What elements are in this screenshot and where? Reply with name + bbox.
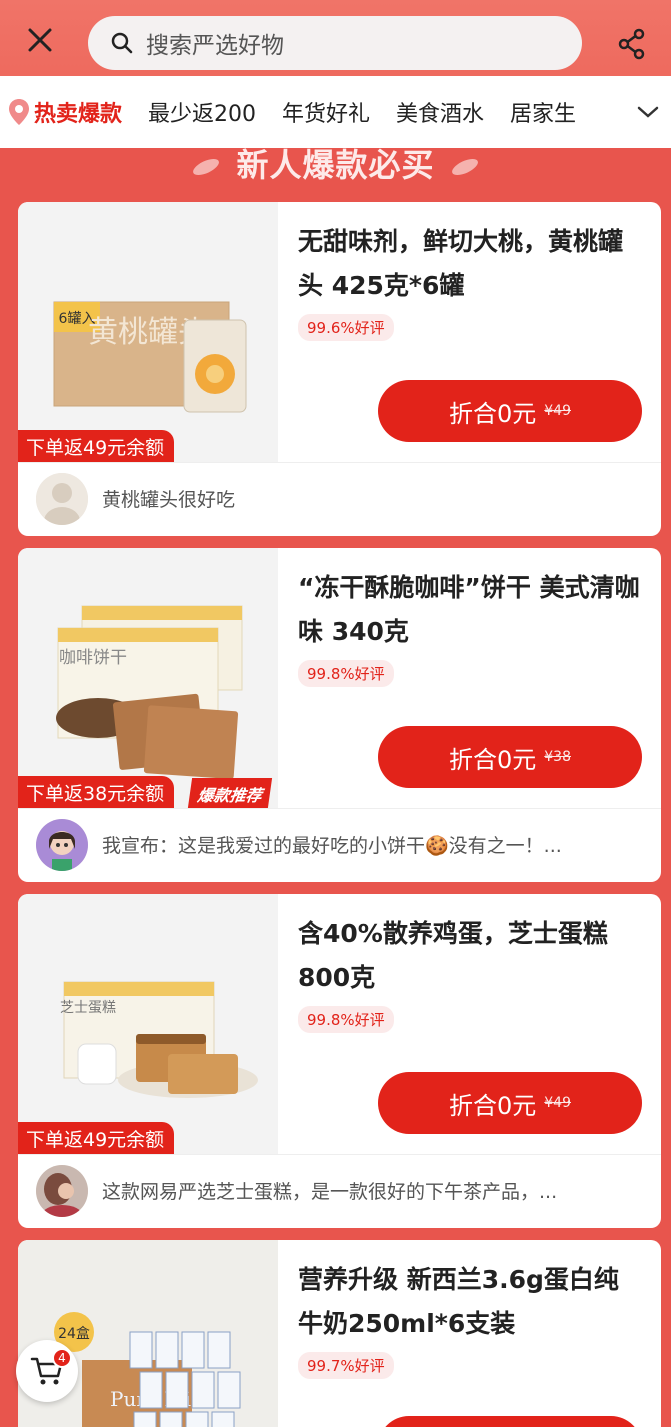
product-card[interactable]: 芝士蛋糕 含40%散养鸡蛋，芝士蛋糕 800克 99.8%好评 折合0元 ¥49… xyxy=(18,894,661,1228)
location-pin-icon xyxy=(9,99,29,125)
product-title[interactable]: 无甜味剂，鲜切大桃，黄桃罐头 425克*6罐 xyxy=(298,220,643,308)
product-card[interactable]: 6罐入 黄桃罐头 无甜味剂，鲜切大桃，黄桃罐头 425克*6罐 99.6%好评 … xyxy=(18,202,661,536)
review-row[interactable]: 这款网易严选芝士蛋糕，是一款很好的下午茶产品，... xyxy=(18,1154,661,1226)
original-price: ¥38 xyxy=(544,749,571,765)
image-label: 咖啡饼干 xyxy=(59,648,127,668)
leaf-decoration-icon xyxy=(193,158,220,175)
share-icon xyxy=(618,28,645,60)
avatar xyxy=(36,472,88,525)
image-label: 芝士蛋糕 xyxy=(60,1000,116,1016)
cart-count-badge: 4 xyxy=(52,1348,72,1368)
avatar xyxy=(36,818,88,871)
tab-food-drinks[interactable]: 美食酒水 xyxy=(396,96,484,128)
buy-button[interactable]: 折合0元 ¥49 xyxy=(378,1072,642,1134)
rating-badge: 99.6%好评 xyxy=(298,314,394,341)
review-text: 黄桃罐头很好吃 xyxy=(102,489,236,511)
image-badge: 24盒 xyxy=(58,1325,90,1342)
product-image[interactable]: 6罐入 黄桃罐头 xyxy=(18,202,278,462)
tab-new-year-gifts[interactable]: 年货好礼 xyxy=(282,96,370,128)
share-button[interactable] xyxy=(612,24,652,64)
product-title[interactable]: “冻干酥脆咖啡”饼干 美式清咖味 340克 xyxy=(298,566,643,654)
top-bar: 搜索严选好物 xyxy=(0,0,671,76)
cart-button[interactable]: 4 xyxy=(16,1340,78,1402)
buy-button[interactable]: 折合0元 ¥49 xyxy=(378,380,642,442)
product-title[interactable]: 含40%散养鸡蛋，芝士蛋糕 800克 xyxy=(298,912,643,1000)
original-price: ¥49 xyxy=(544,403,571,419)
product-card[interactable]: 咖啡饼干 “冻干酥脆咖啡”饼干 美式清咖味 340克 99.8%好评 折合0元 … xyxy=(18,548,661,882)
price-label: 折合0元 xyxy=(448,1091,537,1120)
product-image[interactable]: 咖啡饼干 xyxy=(18,548,278,808)
rating-badge: 99.7%好评 xyxy=(298,1352,394,1379)
rating-badge: 99.8%好评 xyxy=(298,660,394,687)
tab-rebate-200[interactable]: 最少返200 xyxy=(148,96,256,128)
hot-recommend-tag: 爆款推荐 xyxy=(187,778,273,808)
chevron-down-icon xyxy=(637,106,659,118)
leaf-decoration-icon xyxy=(451,158,478,175)
expand-categories-button[interactable] xyxy=(625,76,671,148)
product-image[interactable]: 芝士蛋糕 xyxy=(18,894,278,1154)
rating-badge: 99.8%好评 xyxy=(298,1006,394,1033)
review-row[interactable]: 黄桃罐头很好吃 xyxy=(18,462,661,534)
category-tabs: 热卖爆款 最少返200 年货好礼 美食酒水 居家生 xyxy=(0,76,671,148)
rebate-tag: 下单返49元余额 xyxy=(18,430,175,462)
review-row[interactable]: 我宣布：这是我爱过的最好吃的小饼干🍪没有之一！... xyxy=(18,808,661,880)
search-placeholder: 搜索严选好物 xyxy=(146,33,284,59)
buy-button[interactable]: 折合0元 ¥38 xyxy=(378,726,642,788)
price-label: 折合0元 xyxy=(448,399,537,428)
search-bar[interactable]: 搜索严选好物 xyxy=(88,16,582,70)
search-icon xyxy=(111,32,133,54)
rebate-tag: 下单返49元余额 xyxy=(18,1122,175,1154)
original-price: ¥49 xyxy=(544,1095,571,1111)
price-label: 折合0元 xyxy=(448,745,537,774)
tab-hot-sale[interactable]: 热卖爆款 xyxy=(34,96,122,128)
buy-button[interactable] xyxy=(378,1416,642,1427)
rebate-tag: 下单返38元余额 xyxy=(18,776,175,808)
section-title: 新人爆款必买 xyxy=(0,140,671,190)
tab-home-living[interactable]: 居家生 xyxy=(510,96,576,128)
review-text: 这款网易严选芝士蛋糕，是一款很好的下午茶产品，... xyxy=(102,1181,558,1203)
review-text: 我宣布：这是我爱过的最好吃的小饼干🍪没有之一！... xyxy=(102,835,562,857)
close-icon xyxy=(28,28,52,52)
product-card[interactable]: Pure Milk 24盒 营养升级 新西兰3.6g蛋白纯牛奶250ml*6支装… xyxy=(18,1240,661,1427)
avatar xyxy=(36,1164,88,1217)
product-title[interactable]: 营养升级 新西兰3.6g蛋白纯牛奶250ml*6支装 xyxy=(298,1258,643,1346)
close-button[interactable] xyxy=(22,22,58,58)
